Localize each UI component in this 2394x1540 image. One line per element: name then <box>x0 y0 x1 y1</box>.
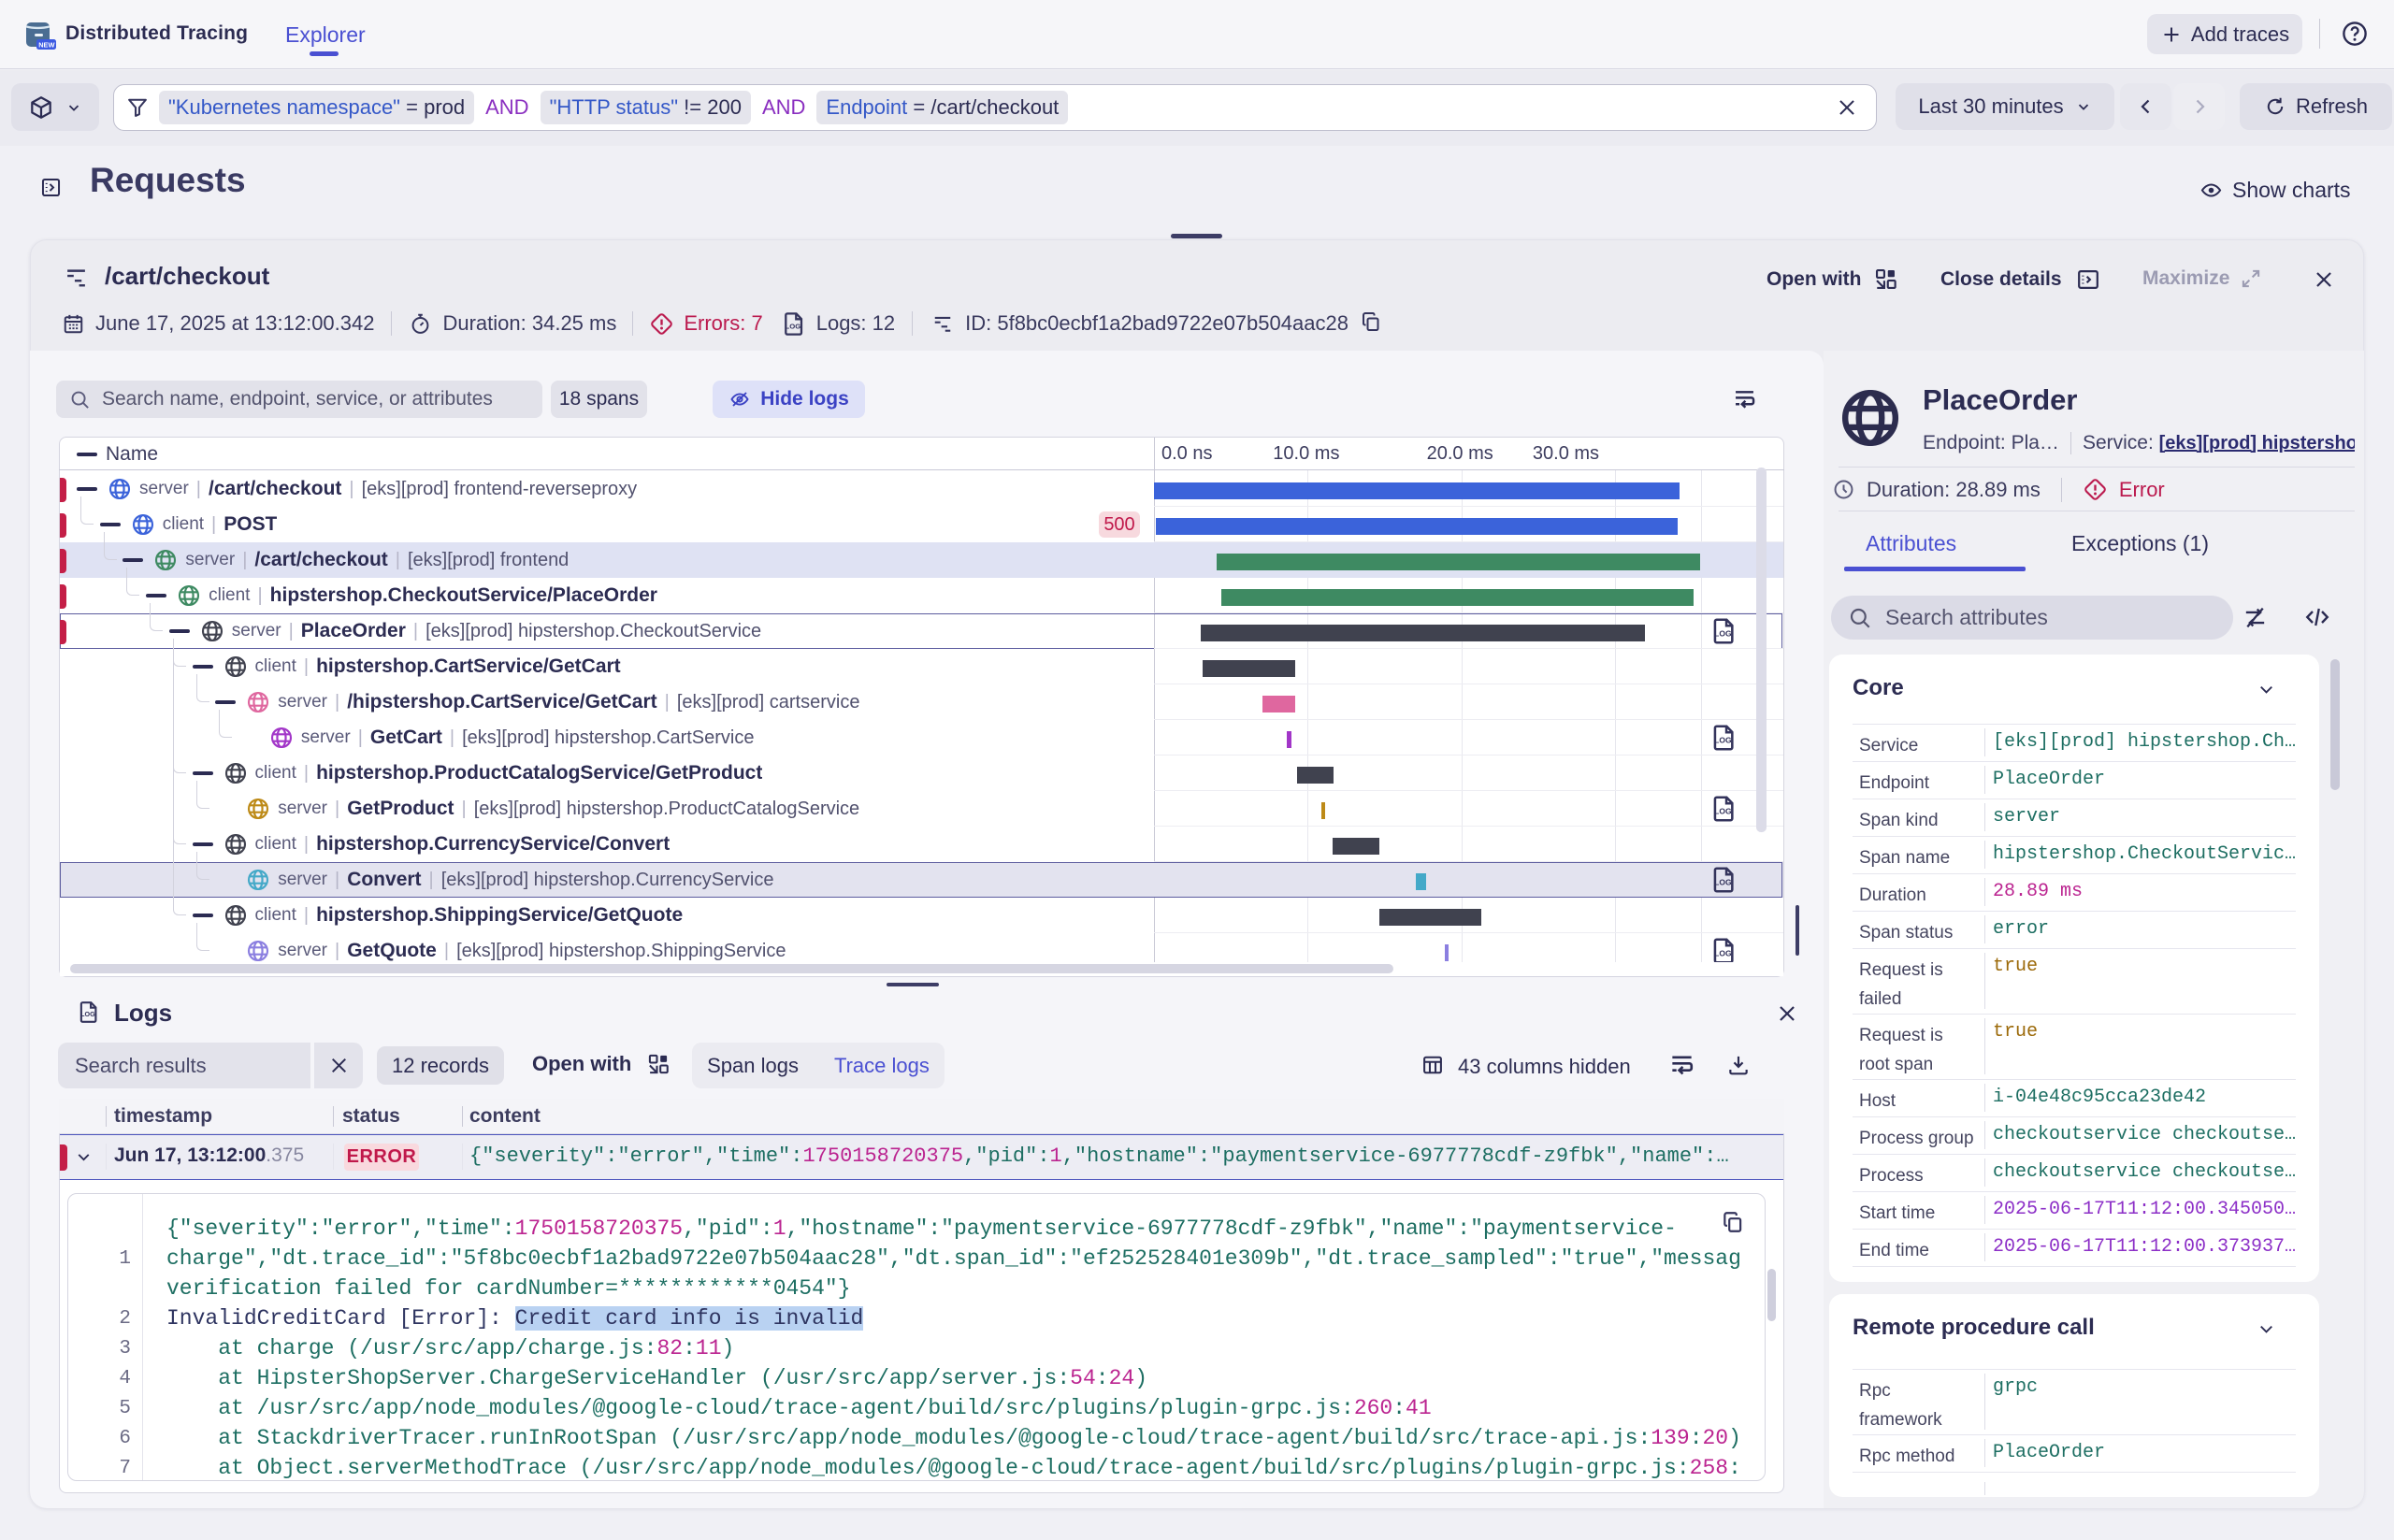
svg-text:LOG: LOG <box>785 322 800 330</box>
svg-text:LOG: LOG <box>80 1010 95 1018</box>
svg-text:LOG: LOG <box>1714 735 1732 744</box>
svg-text:LOG: LOG <box>1714 948 1732 957</box>
svg-text:LOG: LOG <box>1714 628 1732 638</box>
svg-text:NEW: NEW <box>38 40 54 49</box>
svg-text:LOG: LOG <box>1714 877 1732 886</box>
svg-text:LOG: LOG <box>1714 806 1732 815</box>
